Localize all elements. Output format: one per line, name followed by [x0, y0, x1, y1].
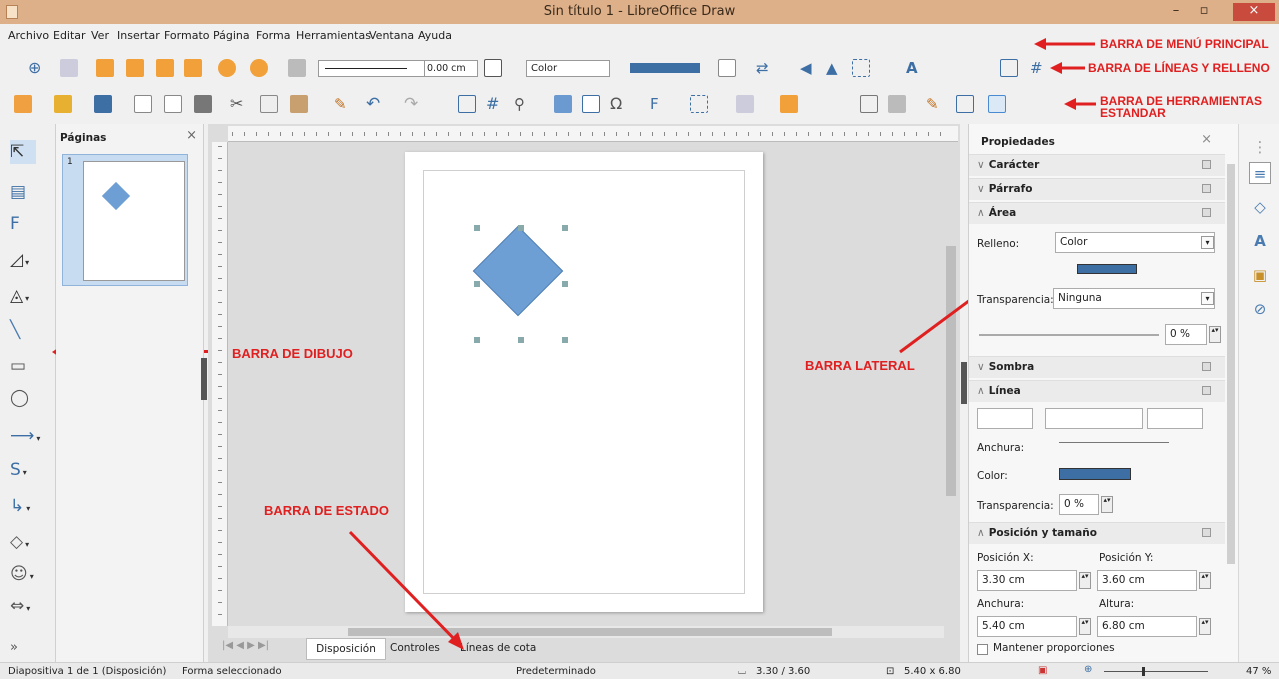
status-master[interactable]: Predeterminado: [516, 666, 596, 677]
line-width-select[interactable]: [1059, 442, 1169, 443]
keep-ratio-checkbox[interactable]: [977, 644, 988, 655]
deck-menu-icon[interactable]: ⋮: [1249, 136, 1271, 158]
lines-arrowhead: [1050, 62, 1062, 74]
height-field[interactable]: 6.80 cm: [1097, 616, 1197, 637]
status-position-icon: ⌴: [738, 666, 746, 677]
status-arrow-line: [348, 530, 462, 647]
line-transparency-spin[interactable]: ▴▾: [1101, 496, 1113, 513]
area-transparency-dropdown-icon[interactable]: ▾: [1201, 292, 1214, 305]
line-end-select[interactable]: [1147, 408, 1203, 429]
sidebar-scrollbar[interactable]: [1227, 164, 1235, 564]
transparency-percent-field[interactable]: 0 %: [1165, 324, 1207, 345]
status-position: 3.30 / 3.60: [756, 666, 811, 677]
status-size-icon: ⊡: [886, 666, 895, 677]
line-transparency-field[interactable]: 0 %: [1059, 494, 1099, 515]
transparency-slider[interactable]: [979, 334, 1159, 336]
status-bar: Diapositiva 1 de 1 (Disposición) Forma s…: [0, 662, 1279, 679]
width-field[interactable]: 5.40 cm: [977, 616, 1077, 637]
width-label: Anchura:: [977, 598, 1025, 610]
properties-sidebar: Propiedades × ∨ Carácter ∨ Párrafo ∧ Área R…: [968, 124, 1238, 662]
menu-arrowhead: [1034, 38, 1046, 50]
section-posicion-tamano[interactable]: ∧ Posición y tamaño: [969, 522, 1225, 544]
zoom-slider[interactable]: [1104, 667, 1208, 676]
pos-y-spin[interactable]: ▴▾: [1199, 572, 1211, 589]
fit-page-icon[interactable]: ⊕: [1084, 664, 1092, 675]
height-spin[interactable]: ▴▾: [1199, 618, 1211, 635]
keep-ratio-label: Mantener proporciones: [993, 642, 1115, 654]
section-linea[interactable]: ∧ Línea: [969, 380, 1225, 402]
status-selection: Forma seleccionado: [182, 666, 282, 677]
fill-color-swatch[interactable]: [1077, 264, 1137, 274]
sidebar-deck: ⋮ ≡ ◇ A ▣ ⊘: [1238, 124, 1279, 662]
status-size: 5.40 x 6.80: [904, 666, 961, 677]
section-parrafo[interactable]: ∨ Párrafo: [969, 178, 1225, 200]
pos-x-field[interactable]: 3.30 cm: [977, 570, 1077, 591]
save-status-icon: ▣: [1038, 665, 1048, 676]
pos-x-spin[interactable]: ▴▾: [1079, 572, 1091, 589]
line-start-select[interactable]: [977, 408, 1033, 429]
line-style-select[interactable]: [1045, 408, 1143, 429]
section-area[interactable]: ∧ Área: [969, 202, 1225, 224]
fill-label: Relleno:: [977, 238, 1020, 250]
section-sombra[interactable]: ∨ Sombra: [969, 356, 1225, 378]
line-transparency-label: Transparencia:: [977, 500, 1054, 512]
line-color-label: Color:: [977, 470, 1008, 482]
area-transparency-label: Transparencia:: [977, 294, 1054, 306]
properties-close-icon[interactable]: ×: [1201, 132, 1212, 147]
fill-select[interactable]: Color: [1055, 232, 1215, 253]
styles-deck-icon[interactable]: A: [1249, 230, 1271, 252]
pos-x-label: Posición X:: [977, 552, 1034, 564]
status-slide: Diapositiva 1 de 1 (Disposición): [8, 666, 167, 677]
zoom-slider-thumb[interactable]: [1142, 667, 1145, 676]
properties-deck-icon[interactable]: ≡: [1249, 162, 1271, 184]
line-color-swatch[interactable]: [1059, 468, 1131, 480]
pos-y-field[interactable]: 3.60 cm: [1097, 570, 1197, 591]
shapes-deck-icon[interactable]: ◇: [1249, 196, 1271, 218]
properties-title: Propiedades: [981, 136, 1055, 148]
standard-arrowhead: [1064, 98, 1076, 110]
line-width-label: Anchura:: [977, 442, 1025, 454]
section-caracter[interactable]: ∨ Carácter: [969, 154, 1225, 176]
navigator-deck-icon[interactable]: ⊘: [1249, 298, 1271, 320]
transparency-spin[interactable]: ▴▾: [1209, 326, 1221, 343]
zoom-level[interactable]: 47 %: [1246, 666, 1271, 677]
area-transparency-select[interactable]: Ninguna: [1053, 288, 1215, 309]
pos-y-label: Posición Y:: [1099, 552, 1154, 564]
gallery-deck-icon[interactable]: ▣: [1249, 264, 1271, 286]
height-label: Altura:: [1099, 598, 1135, 610]
fill-dropdown-icon[interactable]: ▾: [1201, 236, 1214, 249]
width-spin[interactable]: ▴▾: [1079, 618, 1091, 635]
